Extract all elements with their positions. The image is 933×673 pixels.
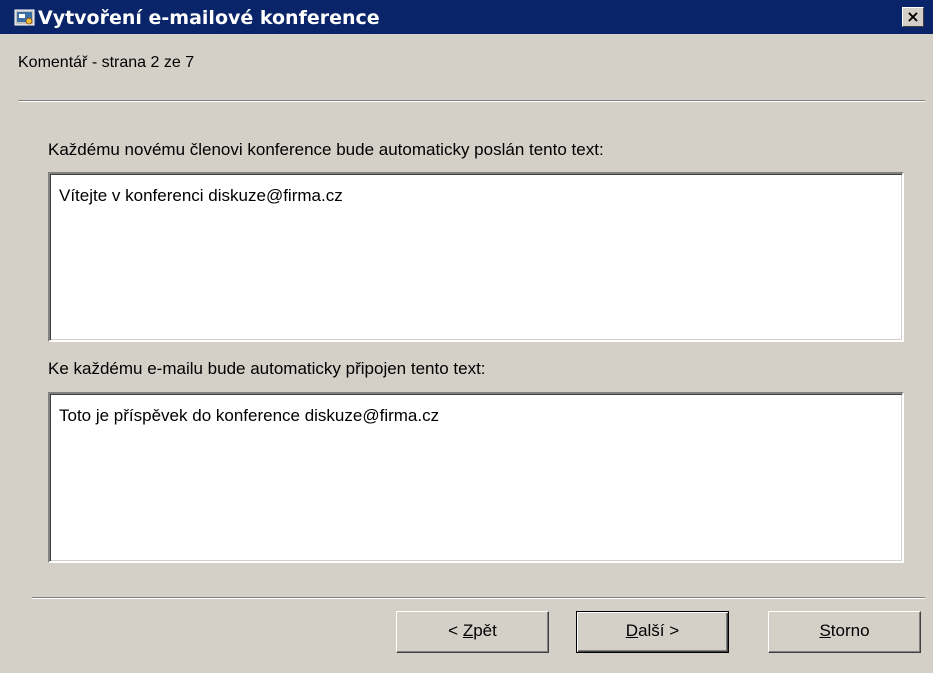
header-separator — [18, 100, 925, 102]
footer-text-label: Ke každému e-mailu bude automaticky přip… — [48, 359, 486, 378]
footer-separator — [32, 597, 925, 599]
page-subtitle: Komentář - strana 2 ze 7 — [18, 54, 195, 71]
footer-text-value: Toto je příspěvek do konference diskuze@… — [59, 406, 440, 425]
window-title: Vytvoření e-mailové konference — [38, 7, 380, 29]
welcome-text-value: Vítejte v konferenci diskuze@firma.cz — [59, 186, 343, 205]
cancel-button[interactable]: Storno — [768, 611, 921, 653]
title-bar[interactable]: Vytvoření e-mailové konference × — [0, 0, 933, 36]
close-icon: × — [906, 7, 920, 26]
back-button[interactable]: < Zpět — [396, 611, 549, 653]
welcome-text-label: Každému novému členovi konference bude a… — [48, 140, 604, 159]
footer-text-field[interactable]: Toto je příspěvek do konference diskuze@… — [48, 392, 904, 563]
welcome-text-field[interactable]: Vítejte v konferenci diskuze@firma.cz — [48, 172, 904, 342]
close-button[interactable]: × — [902, 7, 924, 27]
next-button[interactable]: Další > — [576, 611, 729, 653]
mail-list-icon — [14, 9, 35, 26]
